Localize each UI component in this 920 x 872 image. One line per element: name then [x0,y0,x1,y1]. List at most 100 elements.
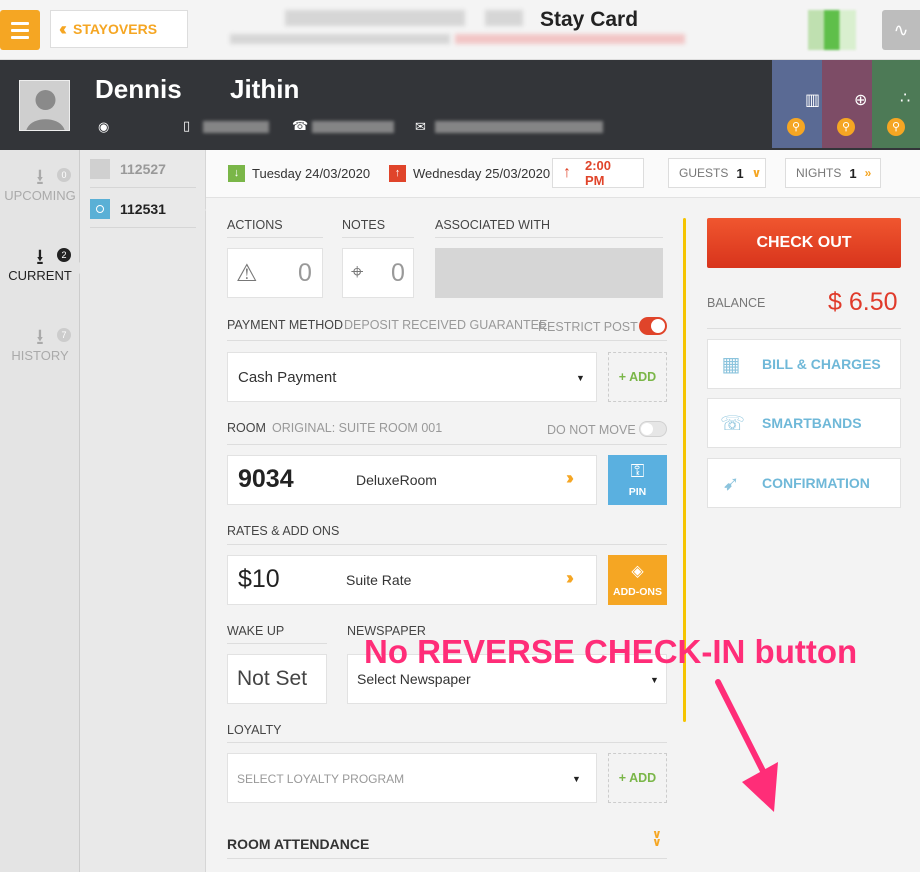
smartbands-button[interactable]: ☏ SMARTBANDS [707,398,901,448]
blurred-email [435,121,603,133]
room-attendance-header[interactable]: ROOM ATTENDANCE [227,836,369,852]
toggle-knob [641,423,653,435]
room-number: 9034 [238,465,294,493]
associated-label: ASSOCIATED WITH [435,218,551,232]
hamburger-menu-button[interactable] [0,10,40,50]
location-pin-icon: ◉ [98,119,110,134]
actions-card[interactable]: ⚠ 0 [227,248,323,298]
reservation-status-icon [90,198,110,219]
menu-icon-bar [11,21,29,25]
room-type: DeluxeRoom [356,472,437,488]
divider [227,742,667,743]
nav-history[interactable]: ⭳ HISTORY 7 [0,320,80,363]
nav-current-count: 2 [57,248,71,262]
toggle-knob [651,319,665,333]
calculator-icon: ▦ [721,353,741,376]
group-tile[interactable]: ∴ ⚲ [872,60,920,148]
guest-first-name[interactable]: Dennis [95,74,182,105]
chevron-right-icon: » [864,166,872,180]
search-icon: ⚲ [887,118,905,136]
back-to-stayovers-button[interactable]: ‹‹ STAYOVERS [50,10,188,48]
nav-current-label: CURRENT [8,268,72,283]
blurred-phone [312,121,394,133]
dropdown-caret-icon: ▼ [572,774,581,784]
pin-button[interactable]: ⚿ PIN [608,455,667,505]
building-icon: ▥ [805,92,821,109]
add-ons-button[interactable]: ◈ ADD-ONS [608,555,667,605]
room-label: ROOM [227,421,266,435]
chevron-down-icon: ∨ [751,166,762,180]
balance-value: $ 6.50 [828,288,898,316]
email-icon: ✉ [415,119,426,134]
blurred-subtitle [230,34,450,44]
web-tile[interactable]: ⊕ ⚲ [822,60,872,148]
confirmation-button[interactable]: ➹ CONFIRMATION [707,458,901,508]
back-button-label: STAYOVERS [73,21,158,37]
activity-graph-button[interactable]: ∿ [882,10,920,50]
nav-current[interactable]: ⭳ CURRENT 2 [0,240,80,283]
wake-up-value: Not Set [237,667,308,690]
activity-graph-icon: ∿ [893,19,909,40]
do-not-move-toggle[interactable] [639,421,667,437]
restrict-post-toggle[interactable] [639,317,667,335]
nav-upcoming-count: 0 [57,168,71,182]
smartband-icon: ☏ [720,412,746,435]
double-chevron-right-icon: ›› [566,468,574,488]
arrival-arrow-icon: ↓ [228,165,245,182]
rates-label: RATES & ADD ONS [227,524,340,538]
key-icon: ⚿ [630,461,645,481]
hotel-logo [808,10,856,50]
add-ons-label: ADD-ONS [613,586,662,598]
menu-icon-bar [11,35,29,39]
blurred-mobile [203,121,269,133]
rate-name: Suite Rate [346,572,412,588]
do-not-move-label: DO NOT MOVE [547,423,636,437]
newspaper-value: Select Newspaper [357,671,471,687]
bill-and-charges-button[interactable]: ▦ BILL & CHARGES [707,339,901,389]
payment-method-select[interactable]: Cash Payment ▼ [227,352,597,402]
nights-pill[interactable]: NIGHTS 1 » [785,158,881,188]
notes-count: 0 [391,259,405,287]
wake-up-field[interactable]: Not Set [227,654,327,704]
dropdown-caret-icon: ▼ [576,373,585,383]
menu-icon-bar [11,28,29,32]
payment-sublabel: DEPOSIT RECEIVED GUARANTEE [344,318,548,332]
reservation-item[interactable]: 112527 [90,150,196,188]
bill-and-charges-label: BILL & CHARGES [762,356,881,372]
page-title: Stay Card [540,8,639,31]
dropdown-caret-icon: ▼ [650,675,659,685]
layers-icon: ◈ [631,563,644,580]
departure-date[interactable]: Wednesday 25/03/2020 [413,166,550,181]
avatar[interactable] [19,80,70,131]
reservation-item-active[interactable]: 112531 [90,190,196,228]
loyalty-select[interactable]: SELECT LOYALTY PROGRAM ▼ [227,753,597,803]
departure-time-pill[interactable]: ↑ 2:00 PM [552,158,644,188]
check-out-button[interactable]: CHECK OUT [707,218,901,268]
arrival-date[interactable]: Tuesday 24/03/2020 [252,166,370,181]
divider [435,237,663,238]
person-silhouette-icon [20,81,69,130]
reservation-pointer [198,200,206,220]
divider [227,444,667,445]
notes-card[interactable]: ⌖ 0 [342,248,414,298]
rate-card[interactable]: $10 Suite Rate ›› [227,555,597,605]
nav-upcoming[interactable]: ⭳ UPCOMING 0 [0,160,80,203]
chevron-down-icon[interactable]: ∨ ∨ [652,828,662,848]
divider [707,328,901,329]
building-tile[interactable]: ▥ ⚲ [772,60,822,148]
divider [227,643,327,644]
rate-amount: $10 [238,565,280,593]
loyalty-placeholder: SELECT LOYALTY PROGRAM [237,772,405,786]
search-icon: ⚲ [837,118,855,136]
reservation-number: 112527 [120,160,166,177]
pin-icon: ⌖ [351,259,364,284]
pin-label: PIN [628,486,647,498]
restrict-post-label: RESTRICT POST [538,320,638,334]
associated-with-field[interactable] [435,248,663,298]
add-loyalty-button[interactable]: + ADD [608,753,667,803]
divider [227,858,667,859]
room-card[interactable]: 9034 DeluxeRoom ›› [227,455,597,505]
guest-last-name[interactable]: Jithin [230,74,299,105]
add-payment-button[interactable]: + ADD [608,352,667,402]
guests-pill[interactable]: GUESTS 1 ∨ [668,158,766,188]
